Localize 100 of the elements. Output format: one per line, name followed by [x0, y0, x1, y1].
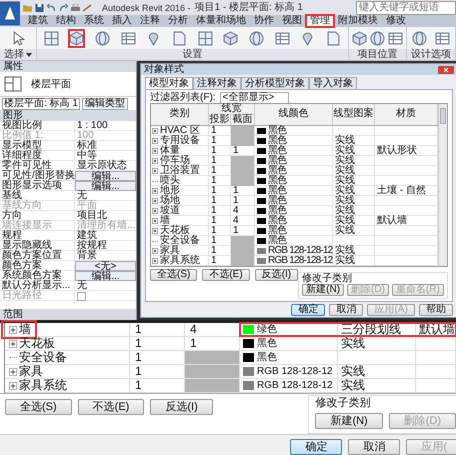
- table-cell[interactable]: 4: [231, 216, 255, 226]
- color-name[interactable]: RGB 128-128-12: [268, 246, 332, 256]
- expand-icon[interactable]: [9, 382, 17, 390]
- cube-icon[interactable]: [69, 31, 84, 46]
- expand-icon[interactable]: [152, 188, 158, 194]
- redo-icon[interactable]: [59, 4, 68, 12]
- select-button[interactable]: 全选(S): [150, 269, 198, 281]
- instance-dropdown[interactable]: 楼层平面: 标高 1: [2, 98, 80, 110]
- table-cell[interactable]: 实线: [333, 136, 375, 146]
- property-value[interactable]: 项目北: [75, 211, 136, 221]
- expand-icon[interactable]: [9, 326, 17, 334]
- globe-icon[interactable]: [370, 31, 385, 46]
- table-cell[interactable]: 1: [185, 337, 240, 350]
- undo-icon[interactable]: [47, 4, 56, 12]
- table-cell[interactable]: 实线: [333, 226, 375, 236]
- ribbon-tab[interactable]: 体量和场地: [192, 15, 250, 27]
- dialog-tab[interactable]: 模型对象: [145, 77, 193, 89]
- dialog-button[interactable]: 帮助: [418, 304, 453, 316]
- expand-icon[interactable]: [9, 340, 17, 348]
- property-value[interactable]: 显示原状态: [75, 161, 136, 171]
- table-cell[interactable]: 实线: [333, 196, 375, 206]
- color-name[interactable]: RGB 128-128-12: [257, 379, 333, 392]
- property-value[interactable]: 无: [75, 191, 136, 201]
- dialog-tab[interactable]: 导入对象: [309, 77, 357, 89]
- select-button[interactable]: 反选(I): [254, 269, 298, 281]
- color-name[interactable]: 黑色: [268, 156, 286, 166]
- table-icon[interactable]: [388, 31, 403, 46]
- property-value[interactable]: 标准: [75, 141, 136, 151]
- expand-icon[interactable]: [152, 168, 158, 174]
- app-logo-icon[interactable]: [0, 0, 20, 27]
- ribbon-tab[interactable]: 注释: [136, 15, 164, 27]
- color-name[interactable]: RGB 128-128-12: [268, 256, 332, 266]
- table-icon[interactable]: [120, 31, 136, 46]
- ribbon-tab[interactable]: 分析: [164, 15, 192, 27]
- color-name[interactable]: RGB 128-128-12: [257, 365, 333, 378]
- dialog-button[interactable]: 取消: [348, 439, 400, 455]
- print-icon[interactable]: [71, 4, 80, 12]
- column-header[interactable]: 线颜色: [255, 104, 333, 125]
- ribbon-tab[interactable]: 修改: [382, 15, 410, 27]
- table-cell[interactable]: 实线: [333, 216, 375, 226]
- table-cell[interactable]: 实线: [338, 365, 416, 378]
- table-cell[interactable]: 实线: [333, 256, 375, 266]
- table-cell[interactable]: 实线: [333, 186, 375, 196]
- color-name[interactable]: 黑色: [268, 226, 286, 236]
- table-cell[interactable]: 1: [209, 206, 231, 216]
- column-header[interactable]: 线宽: [209, 104, 254, 115]
- table-cell[interactable]: 实线: [333, 246, 375, 256]
- color-name[interactable]: 黑色: [268, 146, 286, 156]
- select-button[interactable]: 不选(E): [78, 399, 144, 415]
- expand-icon[interactable]: [152, 258, 158, 264]
- table-cell[interactable]: 实线: [333, 176, 375, 186]
- table-cell[interactable]: 实线: [338, 337, 416, 350]
- property-value[interactable]: 按规程: [75, 241, 136, 251]
- color-name[interactable]: 黑色: [268, 126, 286, 136]
- property-value[interactable]: 中等: [75, 151, 136, 161]
- table-cell[interactable]: 1: [209, 186, 231, 196]
- save-icon[interactable]: [35, 4, 44, 12]
- color-name[interactable]: 黑色: [257, 351, 277, 364]
- ribbon-tab[interactable]: 视图: [278, 15, 306, 27]
- ruler-icon[interactable]: [83, 4, 92, 12]
- section-header[interactable]: 图形: [0, 110, 136, 121]
- column-header[interactable]: 类别: [151, 104, 209, 125]
- table-cell[interactable]: 1: [209, 146, 231, 156]
- table-icon[interactable]: [434, 31, 450, 46]
- expand-icon[interactable]: [9, 368, 17, 376]
- edit-button[interactable]: <无>: [75, 261, 136, 271]
- dialog-button[interactable]: 确定: [291, 304, 326, 316]
- color-name[interactable]: 黑色: [268, 186, 286, 196]
- cube-icon[interactable]: [223, 31, 238, 46]
- caret-icon[interactable]: [26, 52, 32, 56]
- color-name[interactable]: 黑色: [268, 216, 286, 226]
- color-name[interactable]: 绿色: [257, 323, 277, 336]
- property-value[interactable]: 1 : 100: [75, 121, 136, 131]
- globe-icon[interactable]: [412, 31, 428, 46]
- color-name[interactable]: 黑色: [257, 337, 277, 350]
- table-cell[interactable]: 1: [209, 196, 231, 206]
- globe-icon[interactable]: [249, 31, 264, 46]
- expand-icon[interactable]: [152, 248, 158, 254]
- edit-type-button[interactable]: 编辑类型: [82, 98, 128, 110]
- expand-icon[interactable]: [152, 198, 158, 204]
- ribbon-tab[interactable]: 建筑: [24, 15, 52, 27]
- expand-icon[interactable]: [152, 228, 158, 234]
- globe-icon[interactable]: [95, 31, 110, 46]
- color-name[interactable]: 黑色: [268, 166, 286, 176]
- property-value[interactable]: 建筑: [75, 231, 136, 241]
- sheet-icon[interactable]: [172, 31, 188, 46]
- expand-icon[interactable]: [152, 128, 158, 134]
- pin-icon[interactable]: [300, 31, 316, 46]
- property-value[interactable]: 背景: [75, 251, 136, 261]
- dialog-button[interactable]: 取消: [329, 304, 364, 316]
- table-cell[interactable]: 1: [231, 186, 255, 196]
- ribbon-tab[interactable]: 插入: [108, 15, 136, 27]
- expand-icon[interactable]: [152, 208, 158, 214]
- section-header[interactable]: 范围: [0, 309, 136, 320]
- color-name[interactable]: 黑色: [268, 136, 286, 146]
- color-name[interactable]: 黑色: [268, 176, 286, 186]
- table-cell[interactable]: 默认墙: [416, 323, 456, 336]
- dialog-tab[interactable]: 分析模型对象: [241, 77, 309, 89]
- dialog-button[interactable]: 确定: [290, 439, 342, 455]
- expand-icon[interactable]: [152, 138, 158, 144]
